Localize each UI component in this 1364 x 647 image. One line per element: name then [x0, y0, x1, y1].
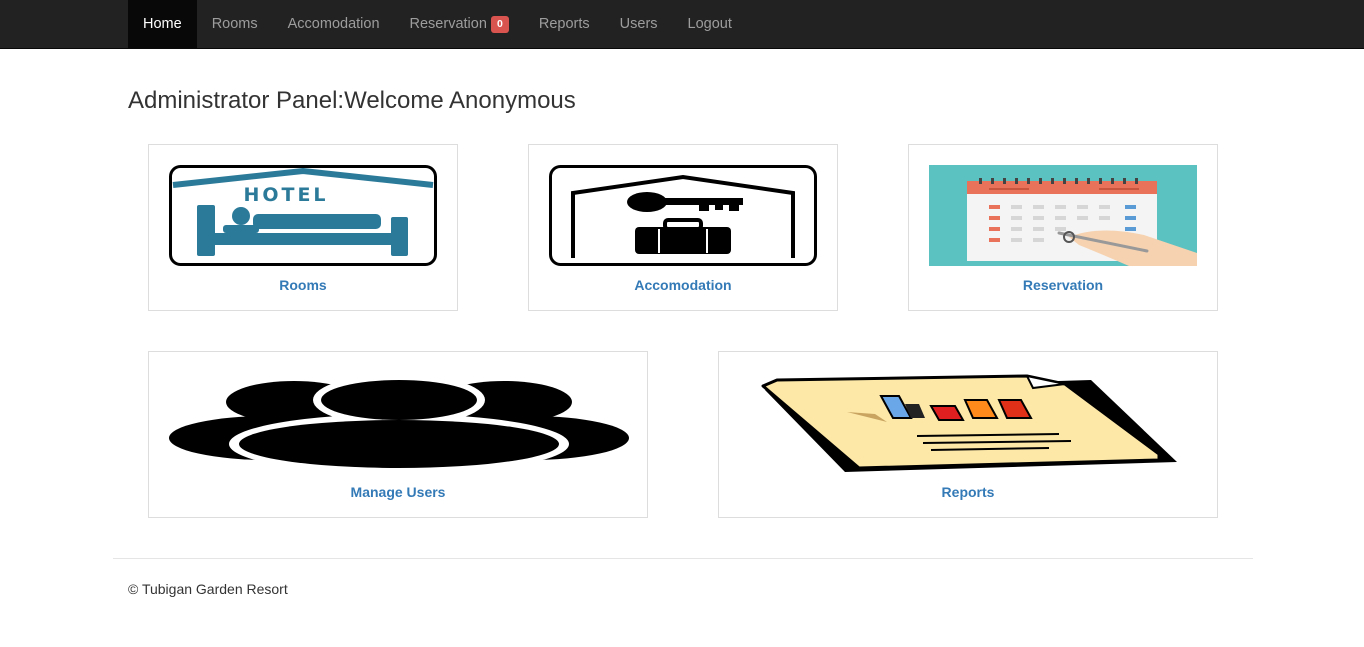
page-title: Administrator Panel:Welcome Anonymous	[128, 87, 576, 114]
nav-accomodation[interactable]: Accomodation	[273, 0, 395, 48]
nav-rooms-label: Rooms	[211, 16, 258, 32]
key-luggage-icon	[549, 165, 817, 266]
manage-users-card-label[interactable]: Manage Users	[149, 484, 647, 500]
reservation-card[interactable]: Reservation	[908, 144, 1218, 311]
nav-logout-label: Logout	[687, 16, 732, 32]
accomodation-card[interactable]: Accomodation	[528, 144, 838, 311]
accomodation-card-label[interactable]: Accomodation	[529, 277, 837, 293]
nav-home-label: Home	[143, 16, 182, 32]
footer-divider	[113, 558, 1253, 559]
manage-users-card[interactable]: Manage Users	[148, 351, 648, 518]
footer-copyright: © Tubigan Garden Resort	[128, 581, 288, 597]
nav-reservation-label: Reservation	[409, 16, 487, 32]
rooms-card-label[interactable]: Rooms	[149, 277, 457, 293]
calendar-icon	[929, 165, 1197, 266]
reservation-card-label[interactable]: Reservation	[909, 277, 1217, 293]
nav-logout[interactable]: Logout	[673, 0, 747, 48]
reports-card-label[interactable]: Reports	[719, 484, 1217, 500]
nav-users-label: Users	[619, 16, 658, 32]
top-navbar: Home Rooms Accomodation Reservation 0 Re…	[0, 0, 1364, 49]
reservation-count-badge: 0	[490, 15, 509, 33]
hotel-sign-text: HOTEL	[243, 184, 328, 206]
nav-reports-label: Reports	[538, 16, 590, 32]
nav-reservation[interactable]: Reservation 0	[395, 0, 524, 48]
report-chart-icon	[761, 374, 1177, 472]
nav-home[interactable]: Home	[128, 0, 197, 48]
hotel-bed-icon: HOTEL	[169, 165, 437, 266]
rooms-card[interactable]: HOTEL Rooms	[148, 144, 458, 311]
main-nav: Home Rooms Accomodation Reservation 0 Re…	[128, 0, 747, 48]
nav-rooms[interactable]: Rooms	[197, 0, 273, 48]
nav-reports[interactable]: Reports	[524, 0, 605, 48]
nav-users[interactable]: Users	[605, 0, 673, 48]
nav-accomodation-label: Accomodation	[287, 16, 380, 32]
reports-card[interactable]: Reports	[718, 351, 1218, 518]
users-group-icon	[169, 378, 629, 468]
